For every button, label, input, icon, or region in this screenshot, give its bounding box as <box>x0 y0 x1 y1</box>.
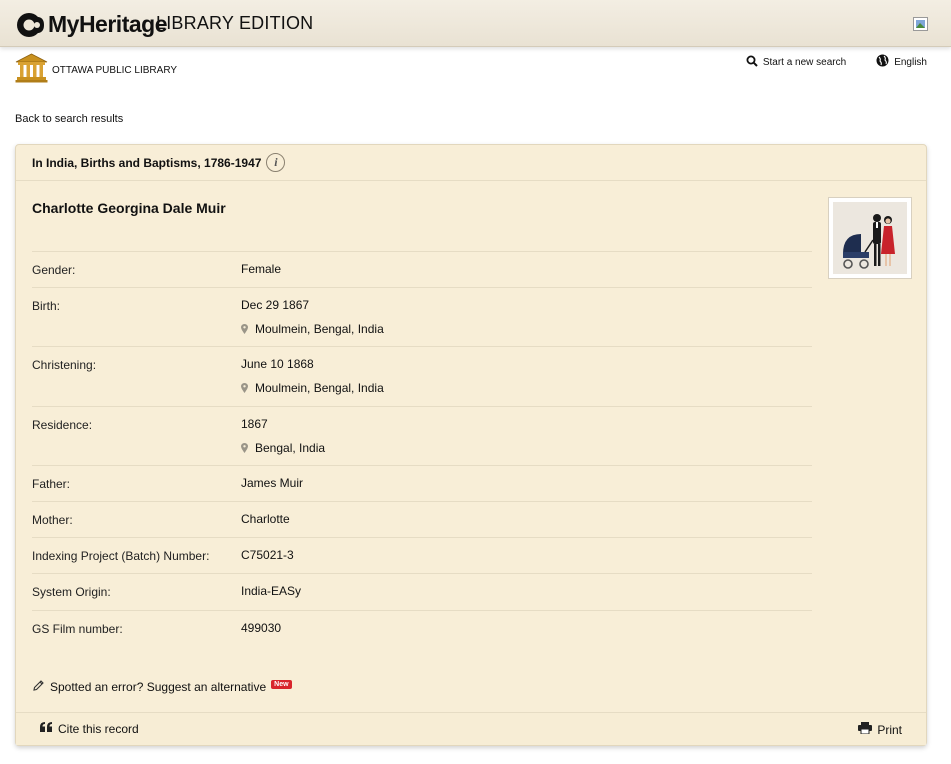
field-label: Mother: <box>32 513 73 527</box>
map-pin-icon <box>241 383 248 393</box>
field-value-text: C75021-3 <box>241 548 294 562</box>
edition-title: LIBRARY EDITION <box>156 13 314 33</box>
field-value-text: 499030 <box>241 621 282 635</box>
field-label: Gender: <box>32 263 76 277</box>
field-value-text: June 10 1868 <box>241 357 314 371</box>
field-value: India-EASy <box>241 584 301 610</box>
field-value: James Muir <box>241 476 303 501</box>
info-icon[interactable]: i <box>266 153 286 172</box>
start-new-search-link[interactable]: Start a new search <box>746 55 846 70</box>
field-row-birth: Birth: Dec 29 1867 Moulmein, Bengal, Ind… <box>32 287 812 346</box>
field-value-text: India-EASy <box>241 584 302 598</box>
field-row-mother: Mother: Charlotte <box>32 501 812 537</box>
field-row-residence: Residence: 1867 Bengal, India <box>32 406 812 465</box>
field-value-text: Dec 29 1867 <box>241 298 310 312</box>
field-label: Birth: <box>32 299 61 313</box>
field-row-father: Father: James Muir <box>32 465 812 501</box>
field-value-text: Charlotte <box>241 512 290 526</box>
suggest-alternative-link[interactable]: Spotted an error? Suggest an alternative… <box>32 679 292 695</box>
map-pin-icon <box>241 443 248 453</box>
field-row-batch-number: Indexing Project (Batch) Number: C75021-… <box>32 537 812 573</box>
broken-image-icon <box>913 17 928 31</box>
library-branding: OTTAWA PUBLIC LIBRARY <box>15 53 177 88</box>
field-label: GS Film number: <box>32 622 123 636</box>
pencil-icon <box>32 679 50 695</box>
top-links: Start a new search English <box>746 54 927 70</box>
field-value: June 10 1868 Moulmein, Bengal, India <box>241 357 384 406</box>
field-value: Female <box>241 262 281 287</box>
field-label: Christening: <box>32 358 97 372</box>
place-text: Bengal, India <box>255 441 326 455</box>
language-label: English <box>894 56 927 68</box>
field-row-film-number: GS Film number: 499030 <box>32 610 812 646</box>
residence-place[interactable]: Bengal, India <box>241 441 325 455</box>
myheritage-logo-icon <box>16 12 46 38</box>
field-value: Charlotte <box>241 512 290 537</box>
start-new-search-label: Start a new search <box>762 56 847 68</box>
field-value: Dec 29 1867 Moulmein, Bengal, India <box>241 298 384 346</box>
search-icon <box>746 55 763 70</box>
field-row-gender: Gender: Female <box>32 251 812 287</box>
field-label: Father: <box>32 477 71 491</box>
suggest-label: Spotted an error? Suggest an alternative <box>50 680 267 694</box>
christening-place[interactable]: Moulmein, Bengal, India <box>241 381 384 395</box>
library-building-icon <box>15 53 48 88</box>
field-label: System Origin: <box>32 585 111 599</box>
field-row-system-origin: System Origin: India-EASy <box>32 573 812 610</box>
print-label: Print <box>877 722 902 737</box>
printer-icon <box>858 722 877 737</box>
birth-place[interactable]: Moulmein, Bengal, India <box>241 322 384 336</box>
field-value-text: 1867 <box>241 417 268 431</box>
record-card: In India, Births and Baptisms, 1786-1947… <box>15 144 927 746</box>
myheritage-logo[interactable]: MyHeritage <box>16 11 167 38</box>
quote-icon <box>40 722 58 736</box>
globe-icon <box>876 54 894 70</box>
back-to-results-link[interactable]: Back to search results <box>15 113 123 125</box>
field-value: 1867 Bengal, India <box>241 417 325 465</box>
top-bar: MyHeritage LIBRARY EDITION <box>0 0 951 47</box>
cite-label: Cite this record <box>58 722 139 736</box>
print-button[interactable]: Print <box>858 722 902 737</box>
place-text: Moulmein, Bengal, India <box>255 322 384 336</box>
person-name: Charlotte Georgina Dale Muir <box>32 200 226 216</box>
field-value-text: Female <box>241 262 282 276</box>
field-label: Residence: <box>32 418 93 432</box>
cite-record-button[interactable]: Cite this record <box>40 722 139 736</box>
field-row-christening: Christening: June 10 1868 Moulmein, Beng… <box>32 346 812 406</box>
record-fields: Gender: Female Birth: Dec 29 1867 Moulme… <box>32 251 812 646</box>
field-label: Indexing Project (Batch) Number: <box>32 549 210 563</box>
field-value: C75021-3 <box>241 548 294 573</box>
card-footer: Cite this record Print <box>16 712 926 745</box>
family-illustration-icon <box>833 202 907 274</box>
field-value-text: James Muir <box>241 476 304 490</box>
library-name: OTTAWA PUBLIC LIBRARY <box>52 65 178 76</box>
field-value: 499030 <box>241 621 281 646</box>
new-badge: New <box>271 679 292 689</box>
collection-header: In India, Births and Baptisms, 1786-1947… <box>16 145 926 181</box>
collection-thumbnail <box>828 197 912 279</box>
map-pin-icon <box>241 324 248 334</box>
language-selector[interactable]: English <box>876 54 927 70</box>
place-text: Moulmein, Bengal, India <box>255 381 384 395</box>
brand-name: MyHeritage <box>48 11 167 37</box>
collection-title[interactable]: In India, Births and Baptisms, 1786-1947 <box>32 156 261 170</box>
